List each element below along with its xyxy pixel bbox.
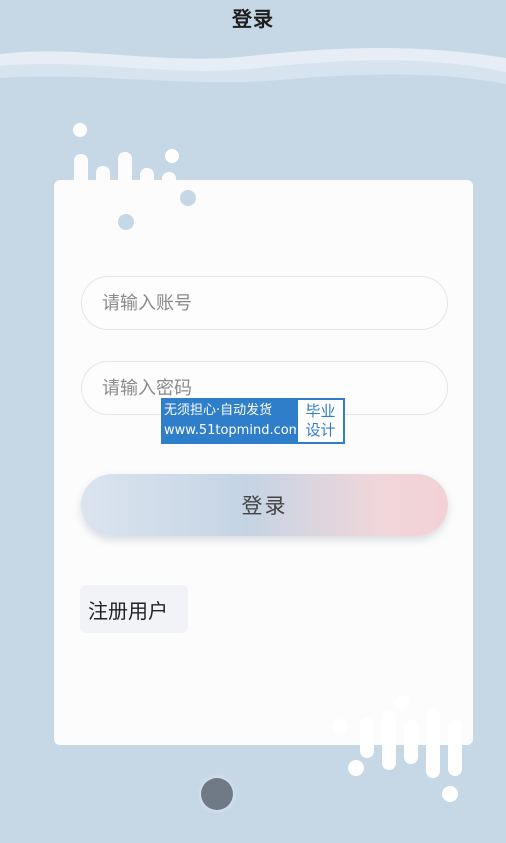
drip-decoration-overlay (74, 152, 196, 230)
watermark-line2: www.51topmind.com (164, 423, 302, 438)
account-input[interactable] (100, 291, 447, 315)
account-field[interactable] (81, 276, 448, 330)
watermark-tag-line2: 设计 (305, 421, 336, 439)
drip-decoration-bottom (333, 695, 462, 802)
top-bar: 登录 (0, 0, 506, 48)
home-button[interactable] (201, 778, 233, 810)
page-title: 登录 (232, 6, 274, 31)
register-button[interactable]: 注册用户 (80, 585, 188, 633)
watermark-tag: 毕业 设计 (296, 398, 345, 444)
watermark-tag-line1: 毕业 (305, 402, 336, 420)
wave-decoration (0, 48, 506, 100)
watermark-banner: 无须担心·自动发货 www.51topmind.com 毕业 设计 (161, 398, 345, 444)
password-input[interactable] (100, 376, 447, 400)
login-card (54, 180, 473, 745)
watermark-text: 无须担心·自动发货 www.51topmind.com (161, 398, 302, 444)
watermark-line1: 无须担心·自动发货 (164, 403, 273, 418)
login-button[interactable]: 登录 (81, 474, 448, 536)
